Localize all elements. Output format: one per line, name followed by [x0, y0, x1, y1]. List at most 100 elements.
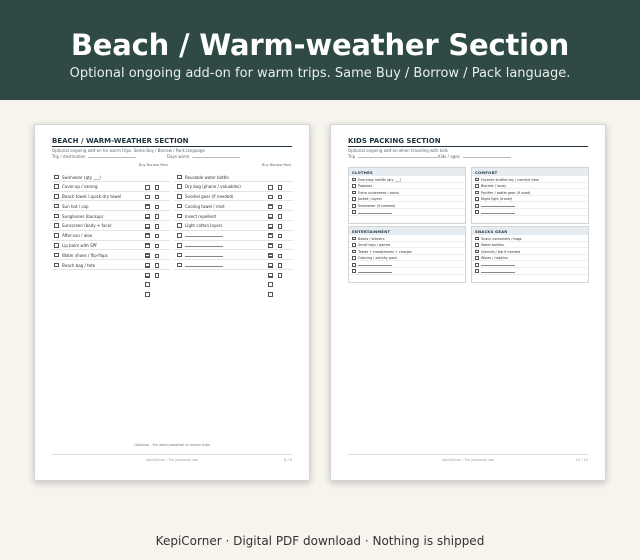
- buy-borrow-pack-checkboxes: [263, 253, 291, 287]
- sheet-description: Optional ongoing add-on when traveling w…: [348, 148, 448, 153]
- checkbox-icon: [352, 249, 356, 254]
- clothes-box: CLOTHES Everyday outfits (qty ___) Pajamas…: [348, 167, 466, 224]
- buy-borrow-pack-checkboxes: [140, 223, 168, 258]
- item-label: After-sun / aloe: [62, 233, 93, 239]
- item-label: [481, 204, 515, 208]
- checklist-row: Snorkel gear (if needed): [175, 192, 293, 229]
- buy-borrow-pack-checkboxes: [140, 184, 168, 219]
- checkbox-icon: [177, 174, 182, 179]
- item-label: Snack containers / bags: [481, 236, 522, 241]
- title-rule: [348, 146, 588, 147]
- checkbox-icon: [352, 177, 356, 182]
- checkbox-icon: [54, 184, 59, 189]
- checklist-row: Night light (travel): [472, 196, 588, 203]
- trip-field: Trip: [348, 154, 439, 159]
- item-label: [358, 269, 392, 273]
- checklist-row: [349, 268, 465, 275]
- page-subtitle: Optional ongoing add-on for warm trips. …: [69, 66, 571, 81]
- checkbox-icon: [475, 210, 479, 215]
- blank-line: [185, 263, 223, 267]
- blank-line: [185, 253, 223, 257]
- checkbox-icon: [475, 236, 479, 241]
- item-label: Everyday outfits (qty ___): [358, 177, 402, 182]
- checkbox-icon: [268, 292, 273, 297]
- buy-borrow-pack-checkboxes: [263, 194, 291, 229]
- buy-borrow-pack-checkboxes: [263, 204, 291, 238]
- sheet-footer: KepiCorner - For personal use 8 / 8: [52, 454, 292, 462]
- item-label: [185, 243, 223, 248]
- buy-borrow-pack-checkboxes: [263, 233, 291, 268]
- item-label: [481, 269, 515, 273]
- checklist-row: Swimwear (qty ___): [52, 172, 170, 209]
- checklist-row: Sun hat / cap: [52, 201, 170, 238]
- checkbox-icon: [177, 243, 182, 248]
- buy-borrow-pack-checkboxes: [140, 233, 168, 268]
- checkbox-icon: [352, 236, 356, 241]
- item-label: Swimwear (qty ___): [62, 174, 101, 180]
- item-label: Blanket / lovey: [481, 184, 507, 189]
- page-number: 8 / 8: [284, 458, 292, 462]
- checkbox-icon: [54, 174, 59, 179]
- page-number: 10 / 10: [575, 458, 588, 462]
- checkbox-icon: [475, 177, 479, 182]
- item-label: Cover-up / sarong: [62, 184, 98, 190]
- checkbox-icon: [352, 243, 356, 247]
- checkbox-icon: [177, 203, 182, 209]
- blank-line: [185, 233, 223, 238]
- item-label: Insect repellent: [185, 213, 217, 219]
- checklist-row: Everyday outfits (qty ___): [349, 176, 465, 183]
- item-label: Night light (travel): [481, 197, 513, 202]
- box-heading: COMFORT: [472, 168, 588, 176]
- checklist-row: [175, 231, 293, 268]
- checklist-row: [175, 241, 293, 278]
- entertainment-box: ENTERTAINMENT Books / stickers Small toys …: [348, 226, 466, 283]
- checkbox-icon: [177, 223, 182, 228]
- sheet-title: KIDS PACKING SECTION: [348, 137, 441, 145]
- blank-line: [358, 210, 392, 214]
- sheet-title: BEACH / WARM-WEATHER SECTION: [52, 137, 189, 145]
- checkbox-icon: [177, 262, 182, 268]
- item-label: Tablet + headphones + charger: [358, 249, 412, 254]
- checklist-row: Sunscreen (body + face): [52, 221, 170, 258]
- checklist-row: After-sun / aloe: [52, 231, 170, 268]
- item-label: [185, 263, 223, 268]
- item-label: Lip balm with SPF: [62, 243, 98, 249]
- item-label: Books / stickers: [358, 236, 385, 241]
- checklist-row: Lip balm with SPF: [52, 241, 170, 278]
- blank-line: [481, 204, 515, 208]
- item-label: Light cotton layers: [185, 223, 223, 229]
- item-label: Snorkel gear (if needed): [185, 194, 234, 200]
- item-label: Dry bag (phone / valuables): [185, 184, 241, 190]
- sheet-footer: KepiCorner - For personal use 10 / 10: [348, 454, 588, 462]
- buy-borrow-pack-checkboxes: [263, 175, 291, 209]
- checkbox-icon: [475, 184, 479, 188]
- item-label: [185, 233, 223, 238]
- item-label: Sunglasses (backup): [62, 213, 104, 219]
- checklist-row: Tablet + headphones + charger: [349, 248, 465, 255]
- item-label: Small toys / games: [358, 243, 391, 248]
- days-field: Days warm: [167, 154, 241, 159]
- checklist-row: Small toys / games: [349, 242, 465, 249]
- item-label: [358, 210, 392, 214]
- checklist-row: Favorite stuffed toy / comfort item: [472, 176, 588, 183]
- checkbox-icon: [177, 233, 182, 238]
- checkbox-icon: [54, 223, 59, 228]
- item-label: Jacket / layers: [358, 197, 382, 202]
- checkbox-icon: [352, 269, 356, 274]
- checkbox-icon: [177, 252, 182, 258]
- checklist-row: Dry bag (phone / valuables): [175, 182, 293, 219]
- item-label: Favorite stuffed toy / comfort item: [481, 177, 540, 182]
- title-rule: [52, 146, 292, 147]
- item-label: [481, 263, 515, 267]
- checklist-row: Reusable water bottle: [175, 172, 293, 209]
- buy-borrow-pack-checkboxes: [263, 263, 291, 297]
- checkbox-icon: [268, 273, 273, 278]
- checkbox-icon: [177, 213, 182, 219]
- sheet-description: Optional ongoing add-on for warm trips. …: [52, 148, 205, 153]
- snacks-gear-box: SNACKS GEAR Snack containers / bags Water …: [471, 226, 589, 283]
- buy-borrow-pack-checkboxes: [140, 204, 168, 238]
- checklist-row: [175, 250, 293, 287]
- checkbox-icon: [352, 203, 356, 208]
- item-label: Sunscreen (body + face): [62, 223, 112, 229]
- buy-borrow-pack-checkboxes: [263, 184, 291, 219]
